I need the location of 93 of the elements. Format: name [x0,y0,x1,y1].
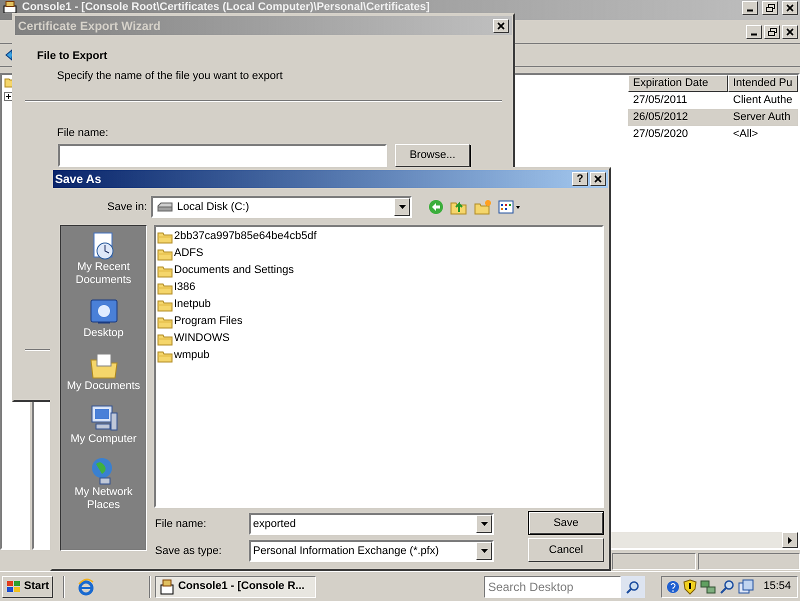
field-label: File name: [56,126,110,141]
places-item[interactable]: My Documents [64,350,144,393]
file-name-combo[interactable]: exported [249,513,494,535]
folder-icon [157,246,173,260]
folder-icon [157,314,173,328]
file-name-field[interactable] [58,144,387,166]
up-folder-icon [450,199,468,215]
file-item[interactable]: I386 [157,279,602,296]
column-header[interactable]: Intended Pu [728,75,798,92]
search-button[interactable] [621,576,646,598]
close-icon [594,175,602,183]
file-item[interactable]: Inetpub [157,296,602,313]
console-icon [2,1,18,13]
down-arrow-icon [480,549,488,553]
file-item[interactable]: ADFS [157,245,602,262]
section-subtitle: Specify the name of the file you want to export [56,68,284,84]
file-item[interactable]: Program Files [157,313,602,330]
field-label: File name: [155,516,208,532]
restore-button[interactable] [764,25,780,39]
search-field[interactable]: Search Desktop [484,576,622,598]
new-folder-icon [474,199,492,215]
table-cell-text: 27/05/2011 [632,93,688,108]
window-title: Console1 - [Console Root\Certificates (Local Computer)\Personal\Certificates] [22,1,431,13]
back-icon [428,199,444,215]
restore-icon [768,28,776,36]
field-label: Save in: [106,200,148,215]
table-cell-text: 27/05/2020 [632,127,690,142]
network-icon [700,578,716,594]
places-item[interactable]: My Recent Documents [64,231,144,287]
folder-icon [157,264,173,278]
close-icon [496,22,506,30]
field-value: Personal Information Exchange (*.pfx) [253,544,440,559]
places-item[interactable]: Desktop [64,297,144,340]
field-label: Save as type: [155,544,223,559]
help-button[interactable]: ? [572,172,588,186]
file-item[interactable]: 2bb37ca997b85e64be4cb5df [157,228,602,245]
dropdown-button[interactable] [394,198,410,216]
help-icon [666,580,680,594]
file-item[interactable]: WINDOWS [157,330,602,347]
restore-icon [766,4,774,12]
places-item[interactable]: My Computer [64,403,144,446]
save-button[interactable]: Save [528,511,604,535]
windows-flag-icon [6,580,22,594]
close-icon [786,28,794,36]
browse-button[interactable]: Browse... [395,144,470,166]
folder-icon [157,280,173,294]
cancel-button[interactable]: Cancel [528,538,604,562]
field-value: exported [253,516,297,532]
dropdown-button[interactable] [476,515,492,533]
close-button[interactable] [493,18,509,32]
down-arrow-icon [398,205,406,209]
window-stack-icon [738,578,754,594]
close-button[interactable] [782,1,798,15]
close-button[interactable] [782,25,798,39]
table-cell-text: <All> [732,127,760,142]
start-button[interactable]: Start [2,576,54,598]
column-header[interactable]: Expiration Date [628,75,728,92]
folder-icon [157,332,173,346]
console-icon [159,578,176,594]
folder-icon [157,298,173,312]
file-item[interactable]: wmpub [157,347,602,364]
close-icon [786,4,794,12]
window-title: Certificate Export Wizard [18,18,162,34]
table-cell-text: Server Auth [732,110,792,125]
expand-icon [4,92,13,101]
right-arrow-icon [788,536,792,544]
magnifier-icon [719,578,736,594]
section-heading: File to Export [36,49,108,64]
browser-icon[interactable] [77,578,96,596]
close-button[interactable] [590,172,606,186]
drive-icon [157,201,173,213]
table-cell-text: 26/05/2012 [632,110,690,125]
window-title: Save As [55,171,102,188]
search-icon [626,580,640,594]
clock: 15:54 [763,579,791,594]
restore-button[interactable] [762,1,778,15]
dropdown-value: Local Disk (C:) [177,200,250,215]
folder-icon [157,230,173,244]
minimize-button[interactable] [742,1,758,15]
view-menu-icon [498,199,522,215]
down-arrow-icon [480,522,488,526]
minimize-button[interactable] [746,25,762,39]
dropdown-button[interactable] [476,542,492,560]
taskbar-button[interactable]: Console1 - [Console R... [155,576,316,598]
shield-icon [683,578,698,594]
list-row[interactable]: 26/05/2012 Server Auth [628,109,798,126]
scroll-right-button[interactable] [782,532,798,548]
file-item[interactable]: Documents and Settings [157,262,602,279]
folder-icon [157,348,173,362]
save-in-dropdown[interactable]: Local Disk (C:) [151,196,412,218]
file-type-dropdown[interactable]: Personal Information Exchange (*.pfx) [249,540,494,562]
places-item[interactable]: My Network Places [64,456,144,512]
table-cell-text: Client Authe [732,93,794,108]
